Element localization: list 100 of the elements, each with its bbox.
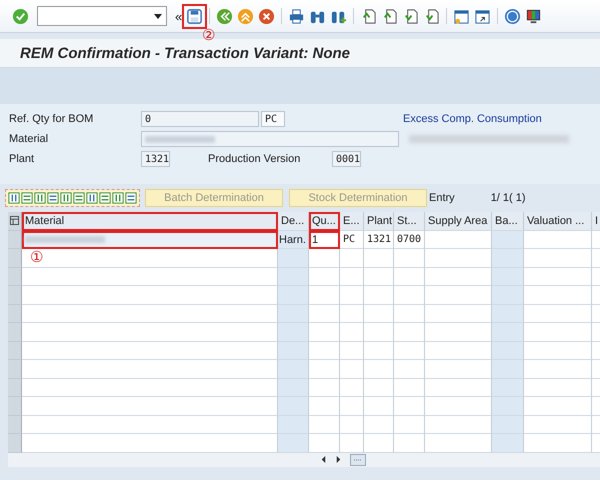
table-cell (524, 416, 592, 434)
help-icon[interactable] (504, 8, 522, 24)
table-cell (364, 268, 394, 286)
column-header[interactable]: E... (340, 212, 364, 230)
table-cell (340, 323, 364, 342)
scroll-thumb-icon[interactable] (350, 454, 366, 466)
table-cell (309, 304, 340, 323)
table-cell (364, 378, 394, 397)
page-arrow-icon[interactable] (381, 8, 398, 24)
excess-consumption-link[interactable]: Excess Comp. Consumption (403, 113, 542, 125)
table-cell (278, 416, 309, 434)
grid-tool-icon[interactable] (34, 192, 46, 204)
table-cell (309, 360, 340, 378)
table-cell (364, 416, 394, 434)
cancel-icon[interactable] (258, 8, 276, 24)
field-value: 0 (141, 111, 259, 127)
table-cell (394, 378, 425, 397)
grid-tool-icon[interactable] (86, 192, 98, 204)
entry-count: 1/ 1( 1) (490, 192, 526, 204)
collapse-toggle[interactable]: « (175, 8, 182, 24)
table-cell (340, 249, 364, 268)
table-cell (309, 323, 340, 342)
table-cell (492, 378, 524, 397)
scroll-left-icon[interactable] (320, 455, 327, 464)
screen-title: REM Confirmation - Transaction Variant: None (20, 44, 350, 62)
table-cell (524, 304, 592, 323)
table-cell (278, 268, 309, 286)
table-cell (524, 286, 592, 304)
column-header[interactable]: Ba... (492, 212, 524, 230)
column-header[interactable]: De... (278, 212, 309, 230)
table-cell (340, 360, 364, 378)
shortcut-icon[interactable] (474, 8, 492, 24)
table-cell (309, 378, 340, 397)
print-icon[interactable] (288, 8, 306, 24)
field-label: Ref. Qty for BOM (9, 113, 94, 125)
table-cell (309, 342, 340, 360)
table-cell (340, 268, 364, 286)
table-cell (524, 378, 592, 397)
table-cell (394, 416, 425, 434)
table-settings-icon[interactable] (8, 212, 22, 230)
table-cell (340, 286, 364, 304)
grid-tool-icon[interactable] (47, 192, 59, 204)
annotation-number: ① (30, 250, 43, 265)
table-cell (524, 360, 592, 378)
caret-icon[interactable] (154, 14, 162, 18)
grid-tool-icon[interactable] (99, 192, 111, 204)
table-cell (492, 323, 524, 342)
annotation-number: ② (202, 28, 216, 42)
table-cell (278, 342, 309, 360)
table-cell (492, 304, 524, 323)
column-header[interactable]: Valuation ... (524, 212, 592, 230)
table-cell (492, 434, 524, 452)
column-header[interactable]: Material (22, 212, 278, 230)
back-icon[interactable] (216, 8, 234, 24)
scroll-right-icon[interactable] (335, 455, 342, 464)
field-value: 1321 (141, 151, 170, 167)
command-field[interactable] (37, 6, 167, 26)
table-cell (278, 434, 309, 452)
table-cell (278, 323, 309, 342)
table-cell (278, 360, 309, 378)
table-cell (492, 286, 524, 304)
table-cell (394, 304, 425, 323)
column-header[interactable]: Qu... (309, 212, 340, 230)
table-cell (492, 397, 524, 416)
table-cell (394, 397, 425, 416)
grid-tool-icon[interactable] (21, 192, 33, 204)
table-cell (364, 360, 394, 378)
table-cell (278, 378, 309, 397)
table-cell (394, 249, 425, 268)
table-cell (278, 304, 309, 323)
page-arrow-icon[interactable] (360, 8, 378, 24)
table-cell (364, 304, 394, 323)
table-cell: PC (340, 230, 364, 249)
column-header[interactable]: I (592, 212, 600, 230)
grid-tool-icon[interactable] (60, 192, 72, 204)
column-header[interactable]: St... (394, 212, 425, 230)
table-cell (492, 268, 524, 286)
monitor-icon[interactable] (525, 8, 542, 24)
unit-field: PC (261, 111, 285, 127)
table-cell (524, 397, 592, 416)
table-cell (394, 268, 425, 286)
page-arrow-icon[interactable] (423, 8, 440, 24)
page-arrow-icon[interactable] (402, 8, 420, 24)
column-header[interactable]: Plant (364, 212, 394, 230)
table-cell (340, 397, 364, 416)
table-cell (492, 416, 524, 434)
check-icon[interactable] (12, 8, 29, 24)
table-cell (492, 342, 524, 360)
column-header[interactable]: Supply Area (425, 212, 492, 230)
table-cell (340, 304, 364, 323)
table-cell (309, 397, 340, 416)
grid-tool-icon[interactable] (125, 192, 137, 204)
table-cell (524, 342, 592, 360)
table-cell (524, 268, 592, 286)
window-icon[interactable] (453, 8, 470, 24)
table-cell (309, 268, 340, 286)
grid-tool-icon[interactable] (73, 192, 85, 204)
grid-tool-icon[interactable] (8, 192, 20, 204)
table-cell (278, 286, 309, 304)
grid-tool-icon[interactable] (112, 192, 124, 204)
